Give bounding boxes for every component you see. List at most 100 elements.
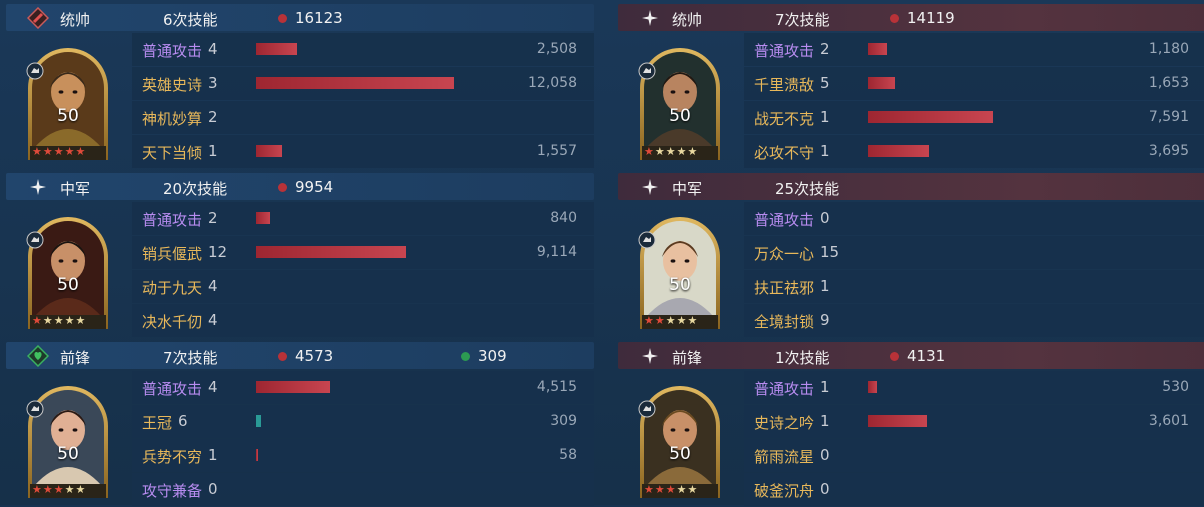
damage-value: 14119 bbox=[907, 9, 955, 27]
skill-row: 普通攻击 1 530 bbox=[744, 371, 1204, 404]
skill-damage-value: 58 bbox=[559, 447, 577, 463]
hero-level: 50 bbox=[669, 275, 691, 295]
skill-name: 普通攻击 bbox=[754, 380, 815, 398]
star-icon: ★ bbox=[665, 145, 676, 158]
skill-name: 必攻不守 bbox=[754, 144, 815, 162]
skill-list: 普通攻击 4 4,515 王冠 6 309 兵势不穷 1 58 攻守兼备 0 bbox=[132, 371, 594, 507]
damage-dot-icon bbox=[278, 182, 287, 192]
hero-stars: ★ ★ ★ ★ ★ bbox=[644, 145, 697, 158]
unit-header: 中军 20次技能 9954 bbox=[6, 173, 594, 200]
skill-row: 兵势不穷 1 58 bbox=[132, 439, 594, 472]
skill-row: 攻守兼备 0 bbox=[132, 473, 594, 506]
unit-header: 统帅 6次技能 16123 bbox=[6, 4, 594, 31]
damage-value: 4573 bbox=[295, 347, 334, 365]
star-icon: ★ bbox=[53, 483, 64, 496]
skill-damage-bar bbox=[868, 145, 929, 157]
battle-report: 统帅 6次技能 16123 50 ★ ★ ★ ★ ★ 普通攻击 4 2,508 … bbox=[0, 0, 1204, 507]
skill-damage-value: 840 bbox=[550, 210, 577, 226]
hero-portrait[interactable]: 50 ★ ★ ★ ★ ★ bbox=[636, 44, 724, 162]
sparkle-icon bbox=[638, 175, 662, 199]
skill-row: 战无不克 1 7,591 bbox=[744, 101, 1204, 134]
skill-row: 王冠 6 309 bbox=[132, 405, 594, 438]
skill-times: 3 bbox=[208, 74, 218, 92]
heal-total: 309 bbox=[461, 347, 507, 365]
hero-portrait[interactable]: 50 ★ ★ ★ ★ ★ bbox=[636, 213, 724, 331]
skill-name: 破釜沉舟 bbox=[754, 482, 815, 500]
hero-level: 50 bbox=[669, 106, 691, 126]
skill-times: 4 bbox=[208, 311, 218, 329]
unit-header: 中军 25次技能 bbox=[618, 173, 1204, 200]
hero-portrait[interactable]: 50 ★ ★ ★ ★ ★ bbox=[636, 382, 724, 500]
hero-stars: ★ ★ ★ ★ ★ bbox=[644, 314, 697, 327]
star-icon: ★ bbox=[75, 145, 86, 158]
hero-portrait[interactable]: 50 ★ ★ ★ ★ ★ bbox=[24, 213, 112, 331]
damage-total: 9954 bbox=[278, 178, 333, 196]
skill-times: 0 bbox=[820, 446, 830, 464]
skill-damage-bar bbox=[256, 212, 270, 224]
heal-dot-icon bbox=[461, 351, 470, 361]
skill-damage-bar bbox=[868, 77, 895, 89]
skill-times: 2 bbox=[820, 40, 830, 58]
hero-stars: ★ ★ ★ ★ ★ bbox=[32, 314, 85, 327]
skill-name: 千里溃敌 bbox=[754, 76, 815, 94]
star-icon: ★ bbox=[42, 145, 53, 158]
skill-damage-bar bbox=[868, 111, 993, 123]
star-icon: ★ bbox=[42, 483, 53, 496]
star-icon: ★ bbox=[53, 145, 64, 158]
skill-times: 1 bbox=[820, 277, 830, 295]
star-icon: ★ bbox=[654, 145, 665, 158]
skill-row: 普通攻击 4 4,515 bbox=[132, 371, 594, 404]
skill-times: 4 bbox=[208, 378, 218, 396]
skill-row: 扶正祛邪 1 bbox=[744, 270, 1204, 303]
skill-damage-bar bbox=[256, 43, 297, 55]
star-icon: ★ bbox=[32, 314, 42, 327]
skill-row: 普通攻击 0 bbox=[744, 202, 1204, 235]
skill-name: 普通攻击 bbox=[142, 380, 203, 398]
skill-list: 普通攻击 1 530 史诗之吟 1 3,601 箭雨流星 0 破釜沉舟 0 bbox=[744, 371, 1204, 507]
skill-name: 扶正祛邪 bbox=[754, 279, 815, 297]
skill-damage-value: 4,515 bbox=[536, 379, 577, 395]
skill-times: 6 bbox=[178, 412, 188, 430]
star-icon: ★ bbox=[64, 314, 75, 327]
skill-damage-bar bbox=[256, 449, 258, 461]
hero-level: 50 bbox=[669, 444, 691, 464]
skill-name: 攻守兼备 bbox=[142, 482, 203, 500]
skill-times: 0 bbox=[208, 480, 218, 498]
skill-name: 普通攻击 bbox=[142, 211, 203, 229]
role-label: 统帅 bbox=[672, 11, 703, 29]
star-icon: ★ bbox=[644, 314, 654, 327]
hero-level: 50 bbox=[57, 106, 79, 126]
skill-damage-bar bbox=[868, 43, 887, 55]
skill-name: 普通攻击 bbox=[142, 42, 203, 60]
sparkle-icon bbox=[26, 175, 50, 199]
star-icon: ★ bbox=[687, 145, 698, 158]
skill-count: 7次技能 bbox=[775, 11, 830, 29]
cavalry-icon bbox=[26, 400, 44, 422]
skill-list: 普通攻击 2 840 销兵偃武 12 9,114 动于九天 4 决水千仞 4 bbox=[132, 202, 594, 338]
skill-name: 兵势不穷 bbox=[142, 448, 203, 466]
hero-portrait[interactable]: 50 ★ ★ ★ ★ ★ bbox=[24, 44, 112, 162]
damage-total: 16123 bbox=[278, 9, 343, 27]
skill-row: 箭雨流星 0 bbox=[744, 439, 1204, 472]
hero-level: 50 bbox=[57, 275, 79, 295]
unit-header: 前锋 7次技能 4573 309 bbox=[6, 342, 594, 369]
star-icon: ★ bbox=[687, 314, 698, 327]
star-icon: ★ bbox=[32, 145, 42, 158]
skill-row: 普通攻击 2 840 bbox=[132, 202, 594, 235]
skill-row: 万众一心 15 bbox=[744, 236, 1204, 269]
damage-dot-icon bbox=[890, 13, 899, 23]
unit-block-2: 中军 20次技能 9954 50 ★ ★ ★ ★ ★ 普通攻击 2 840 销兵… bbox=[0, 169, 594, 338]
damage-dot-icon bbox=[278, 351, 287, 361]
skill-count: 6次技能 bbox=[163, 11, 218, 29]
skill-name: 神机妙算 bbox=[142, 110, 203, 128]
skill-name: 天下当倾 bbox=[142, 144, 203, 162]
star-icon: ★ bbox=[665, 314, 676, 327]
skill-list: 普通攻击 2 1,180 千里溃敌 5 1,653 战无不克 1 7,591 必… bbox=[744, 33, 1204, 169]
unit-block-1: 统帅 6次技能 16123 50 ★ ★ ★ ★ ★ 普通攻击 4 2,508 … bbox=[0, 0, 594, 169]
skill-name: 史诗之吟 bbox=[754, 414, 815, 432]
skill-row: 天下当倾 1 1,557 bbox=[132, 135, 594, 168]
hero-portrait[interactable]: 50 ★ ★ ★ ★ ★ bbox=[24, 382, 112, 500]
heal-value: 309 bbox=[478, 347, 507, 365]
skill-list: 普通攻击 4 2,508 英雄史诗 3 12,058 神机妙算 2 天下当倾 1… bbox=[132, 33, 594, 169]
damage-value: 16123 bbox=[295, 9, 343, 27]
